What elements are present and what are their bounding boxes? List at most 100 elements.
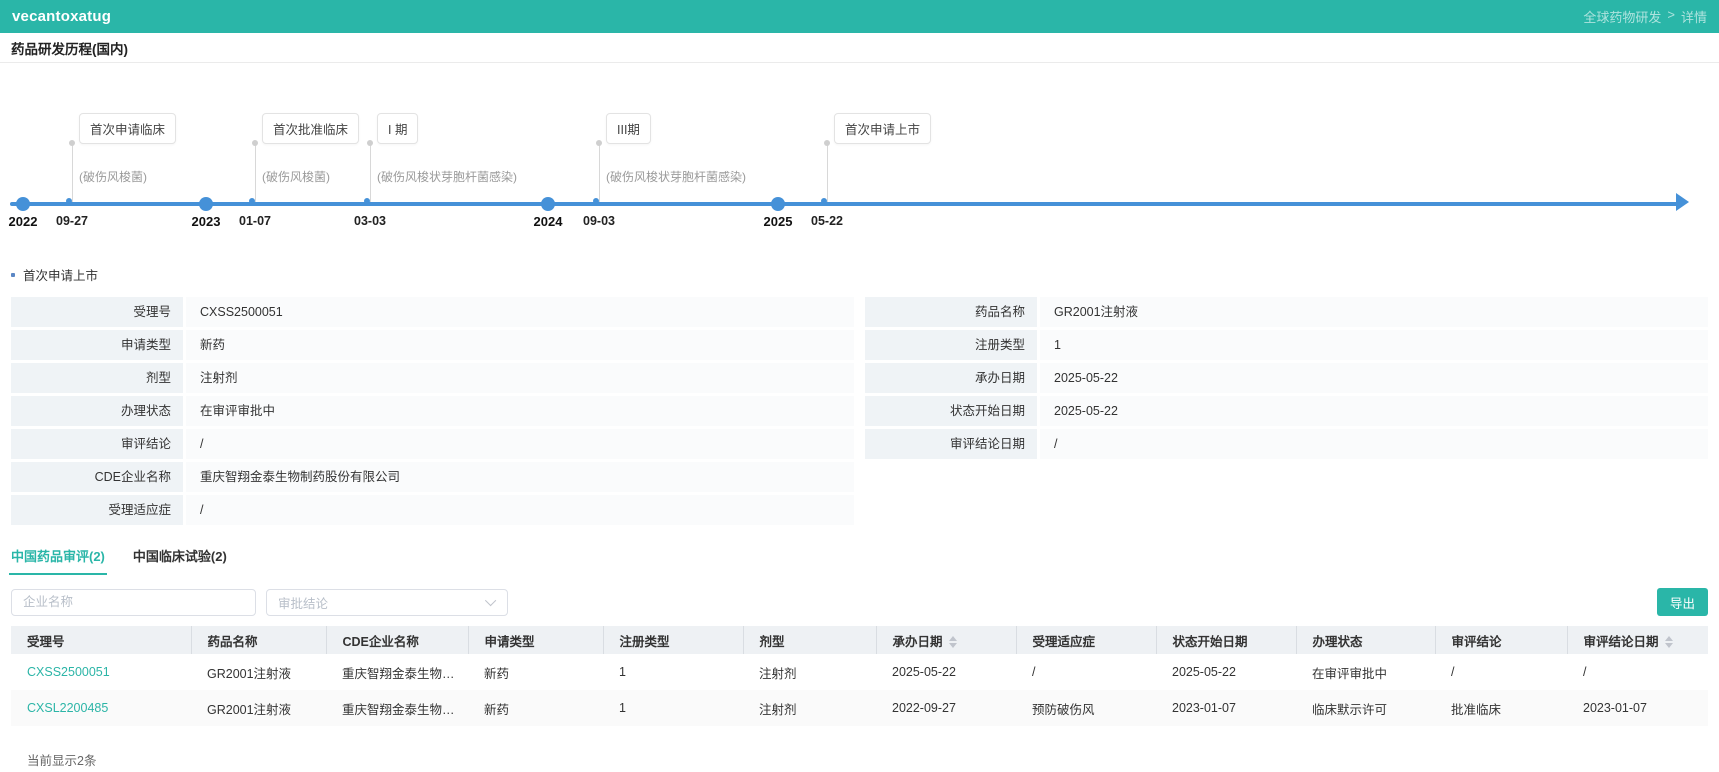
detail-row: 状态开始日期2025-05-22 bbox=[865, 396, 1708, 426]
table-cell: 新药 bbox=[468, 690, 603, 726]
column-header[interactable]: 承办日期 bbox=[876, 626, 1016, 654]
milestone-label[interactable]: 首次申请上市 bbox=[834, 113, 931, 144]
detail-field-label: 药品名称 bbox=[865, 297, 1037, 327]
milestone-indication-label: (破伤风梭状芽胞杆菌感染) bbox=[377, 168, 517, 185]
milestone-indication-label: (破伤风梭状芽胞杆菌感染) bbox=[606, 168, 746, 185]
tab-china-drug-review[interactable]: 中国药品审评(2) bbox=[11, 546, 105, 575]
milestone-label[interactable]: I 期 bbox=[377, 113, 418, 144]
detail-field-value: / bbox=[186, 495, 854, 525]
timeline-connector-dot-icon bbox=[69, 140, 75, 146]
row-count-label: 当前显示2条 bbox=[0, 726, 1719, 769]
timeline-year-dot bbox=[16, 197, 30, 211]
table-cell: 新药 bbox=[468, 654, 603, 690]
review-table: 受理号药品名称CDE企业名称申请类型注册类型剂型承办日期受理适应症状态开始日期办… bbox=[11, 626, 1708, 726]
detail-row: 申请类型新药 bbox=[11, 330, 854, 360]
approval-conclusion-select[interactable]: 审批结论 bbox=[266, 589, 508, 616]
detail-row: 承办日期2025-05-22 bbox=[865, 363, 1708, 393]
breadcrumb-root-link[interactable]: 全球药物研发 bbox=[1583, 7, 1661, 26]
timeline-connector-dot-icon bbox=[596, 140, 602, 146]
acceptance-number-link[interactable]: CXSL2200485 bbox=[11, 690, 191, 726]
timeline-year-label: 2025 bbox=[764, 214, 793, 229]
table-cell: 2025-05-22 bbox=[876, 654, 1016, 690]
sort-carets-icon[interactable] bbox=[949, 636, 957, 648]
rd-timeline: 202209-27首次申请临床(破伤风梭菌)202301-07首次批准临床(破伤… bbox=[0, 63, 1719, 238]
column-header: 申请类型 bbox=[468, 626, 603, 654]
detail-field-value: 新药 bbox=[186, 330, 854, 360]
timeline-axis-line bbox=[10, 202, 1678, 206]
table-cell: 批准临床 bbox=[1435, 690, 1567, 726]
detail-left-column: 受理号CXSS2500051申请类型新药剂型注射剂办理状态在审评审批中审评结论/… bbox=[11, 297, 854, 528]
table-cell: 临床默示许可 bbox=[1296, 690, 1435, 726]
table-cell: 1 bbox=[603, 654, 743, 690]
detail-field-label: 剂型 bbox=[11, 363, 183, 393]
timeline-date-label: 03-03 bbox=[354, 214, 386, 228]
milestone-label[interactable]: III期 bbox=[606, 113, 651, 144]
detail-field-label: 审评结论日期 bbox=[865, 429, 1037, 459]
timeline-date-label: 05-22 bbox=[811, 214, 843, 228]
table-row: CXSS2500051GR2001注射液重庆智翔金泰生物…新药1注射剂2025-… bbox=[11, 654, 1708, 690]
timeline-year-dot bbox=[199, 197, 213, 211]
detail-row: 办理状态在审评审批中 bbox=[11, 396, 854, 426]
milestone-indication-label: (破伤风梭菌) bbox=[262, 168, 330, 185]
bullet-icon bbox=[11, 273, 15, 277]
milestone-indication-label: (破伤风梭菌) bbox=[79, 168, 147, 185]
detail-row: 药品名称GR2001注射液 bbox=[865, 297, 1708, 327]
table-cell: GR2001注射液 bbox=[191, 654, 326, 690]
column-header: 审评结论 bbox=[1435, 626, 1567, 654]
detail-section-header: 首次申请上市 bbox=[11, 265, 1708, 284]
detail-field-label: 状态开始日期 bbox=[865, 396, 1037, 426]
detail-field-label: 申请类型 bbox=[11, 330, 183, 360]
company-name-input[interactable] bbox=[11, 589, 256, 616]
detail-field-value: CXSS2500051 bbox=[186, 297, 854, 327]
column-header: 受理适应症 bbox=[1016, 626, 1156, 654]
detail-row: 剂型注射剂 bbox=[11, 363, 854, 393]
table-cell: 注射剂 bbox=[743, 690, 876, 726]
table-cell: 重庆智翔金泰生物… bbox=[326, 654, 468, 690]
breadcrumb-current: 详情 bbox=[1681, 7, 1707, 26]
detail-field-value: 重庆智翔金泰生物制药股份有限公司 bbox=[186, 462, 854, 492]
milestone-label[interactable]: 首次批准临床 bbox=[262, 113, 359, 144]
detail-grid: 受理号CXSS2500051申请类型新药剂型注射剂办理状态在审评审批中审评结论/… bbox=[0, 297, 1719, 528]
app-title: vecantoxatug bbox=[12, 8, 111, 25]
timeline-connector bbox=[72, 145, 73, 202]
detail-row: 审评结论/ bbox=[11, 429, 854, 459]
table-cell: 2023-01-07 bbox=[1567, 690, 1708, 726]
table-cell: 注射剂 bbox=[743, 654, 876, 690]
page-title: 药品研发历程(国内) bbox=[0, 33, 1719, 63]
milestone-label[interactable]: 首次申请临床 bbox=[79, 113, 176, 144]
sort-carets-icon[interactable] bbox=[1665, 636, 1673, 648]
tab-china-clinical-trials[interactable]: 中国临床试验(2) bbox=[133, 546, 227, 575]
column-header: 状态开始日期 bbox=[1156, 626, 1296, 654]
table-row: CXSL2200485GR2001注射液重庆智翔金泰生物…新药1注射剂2022-… bbox=[11, 690, 1708, 726]
acceptance-number-link[interactable]: CXSS2500051 bbox=[11, 654, 191, 690]
timeline-date-label: 01-07 bbox=[239, 214, 271, 228]
detail-row: 注册类型1 bbox=[865, 330, 1708, 360]
table-cell: / bbox=[1567, 654, 1708, 690]
export-button[interactable]: 导出 bbox=[1657, 588, 1708, 616]
table-cell: 2025-05-22 bbox=[1156, 654, 1296, 690]
timeline-connector bbox=[370, 145, 371, 202]
detail-field-label: 受理适应症 bbox=[11, 495, 183, 525]
timeline-date-label: 09-27 bbox=[56, 214, 88, 228]
top-header-bar: vecantoxatug 全球药物研发 > 详情 bbox=[0, 0, 1719, 33]
breadcrumb-separator: > bbox=[1667, 7, 1675, 26]
detail-field-value: 1 bbox=[1040, 330, 1708, 360]
detail-field-label: 受理号 bbox=[11, 297, 183, 327]
table-cell: 在审评审批中 bbox=[1296, 654, 1435, 690]
detail-right-column: 药品名称GR2001注射液注册类型1承办日期2025-05-22状态开始日期20… bbox=[865, 297, 1708, 528]
column-header: 药品名称 bbox=[191, 626, 326, 654]
detail-field-value: 2025-05-22 bbox=[1040, 363, 1708, 393]
detail-field-label: CDE企业名称 bbox=[11, 462, 183, 492]
timeline-connector bbox=[599, 145, 600, 202]
detail-field-value: 在审评审批中 bbox=[186, 396, 854, 426]
detail-row: 审评结论日期/ bbox=[865, 429, 1708, 459]
detail-row: CDE企业名称重庆智翔金泰生物制药股份有限公司 bbox=[11, 462, 854, 492]
column-header: CDE企业名称 bbox=[326, 626, 468, 654]
column-header: 办理状态 bbox=[1296, 626, 1435, 654]
detail-field-label: 审评结论 bbox=[11, 429, 183, 459]
table-cell: / bbox=[1016, 654, 1156, 690]
detail-field-value: 注射剂 bbox=[186, 363, 854, 393]
column-header: 注册类型 bbox=[603, 626, 743, 654]
column-header[interactable]: 审评结论日期 bbox=[1567, 626, 1708, 654]
detail-field-label: 办理状态 bbox=[11, 396, 183, 426]
